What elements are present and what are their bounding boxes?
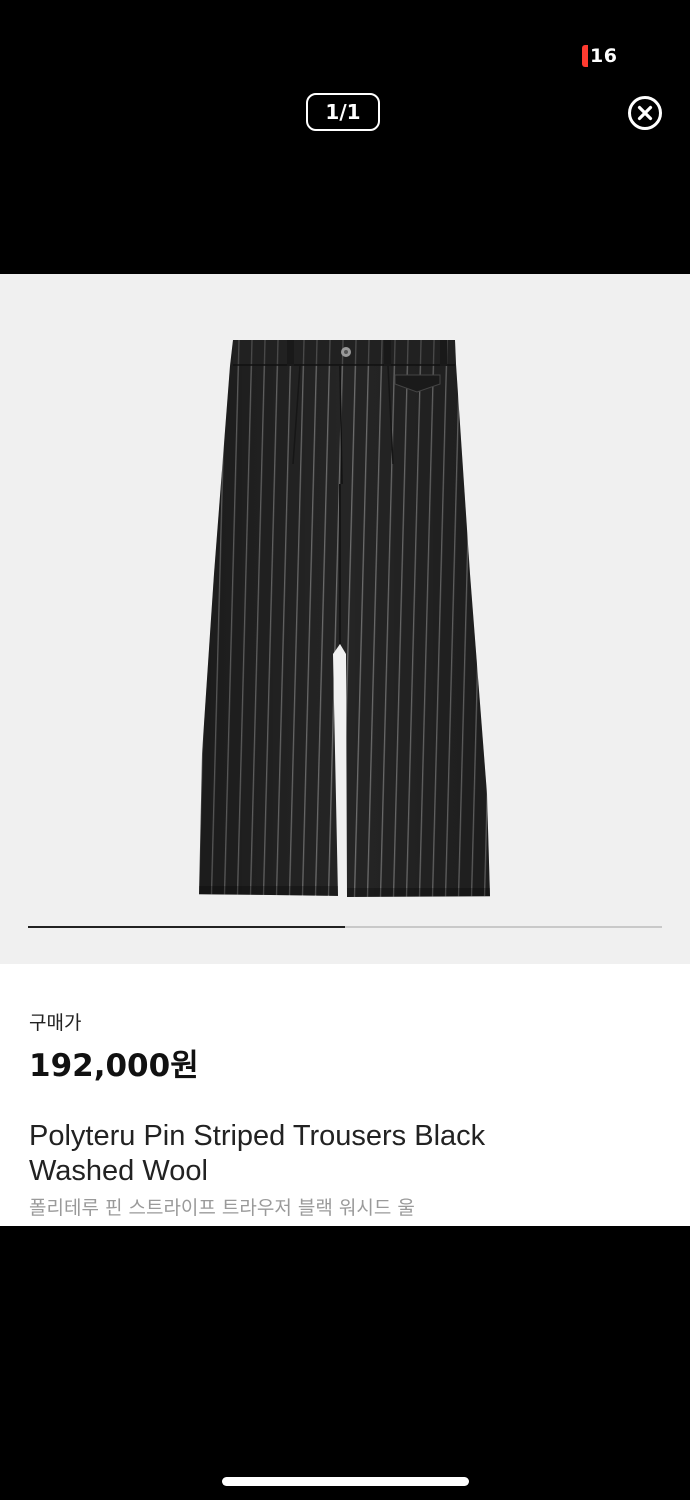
battery-indicator: 16 (582, 44, 617, 68)
status-bar: 16 (0, 0, 690, 80)
page-counter: 1/1 (306, 93, 380, 131)
close-circle-icon (628, 96, 662, 130)
price-value: 192,000원 (29, 1048, 199, 1084)
product-info-panel: 구매가 192,000원 Polyteru Pin Striped Trouse… (0, 964, 690, 1226)
battery-level: 16 (590, 45, 618, 67)
viewer-top-bar: 1/1 (0, 80, 690, 146)
price-label: 구매가 (29, 1012, 82, 1034)
home-indicator[interactable] (222, 1477, 469, 1486)
carousel-progress-track (28, 926, 662, 928)
product-image-carousel[interactable] (0, 274, 690, 964)
striped-trousers-photo (199, 340, 490, 897)
battery-icon (582, 45, 588, 67)
carousel-progress-fill (28, 926, 345, 928)
close-button[interactable] (627, 95, 663, 131)
product-name-en: Polyteru Pin Striped Trousers Black Wash… (29, 1120, 486, 1187)
product-name-ko: 폴리테루 핀 스트라이프 트라우저 블랙 워시드 울 (29, 1197, 415, 1219)
